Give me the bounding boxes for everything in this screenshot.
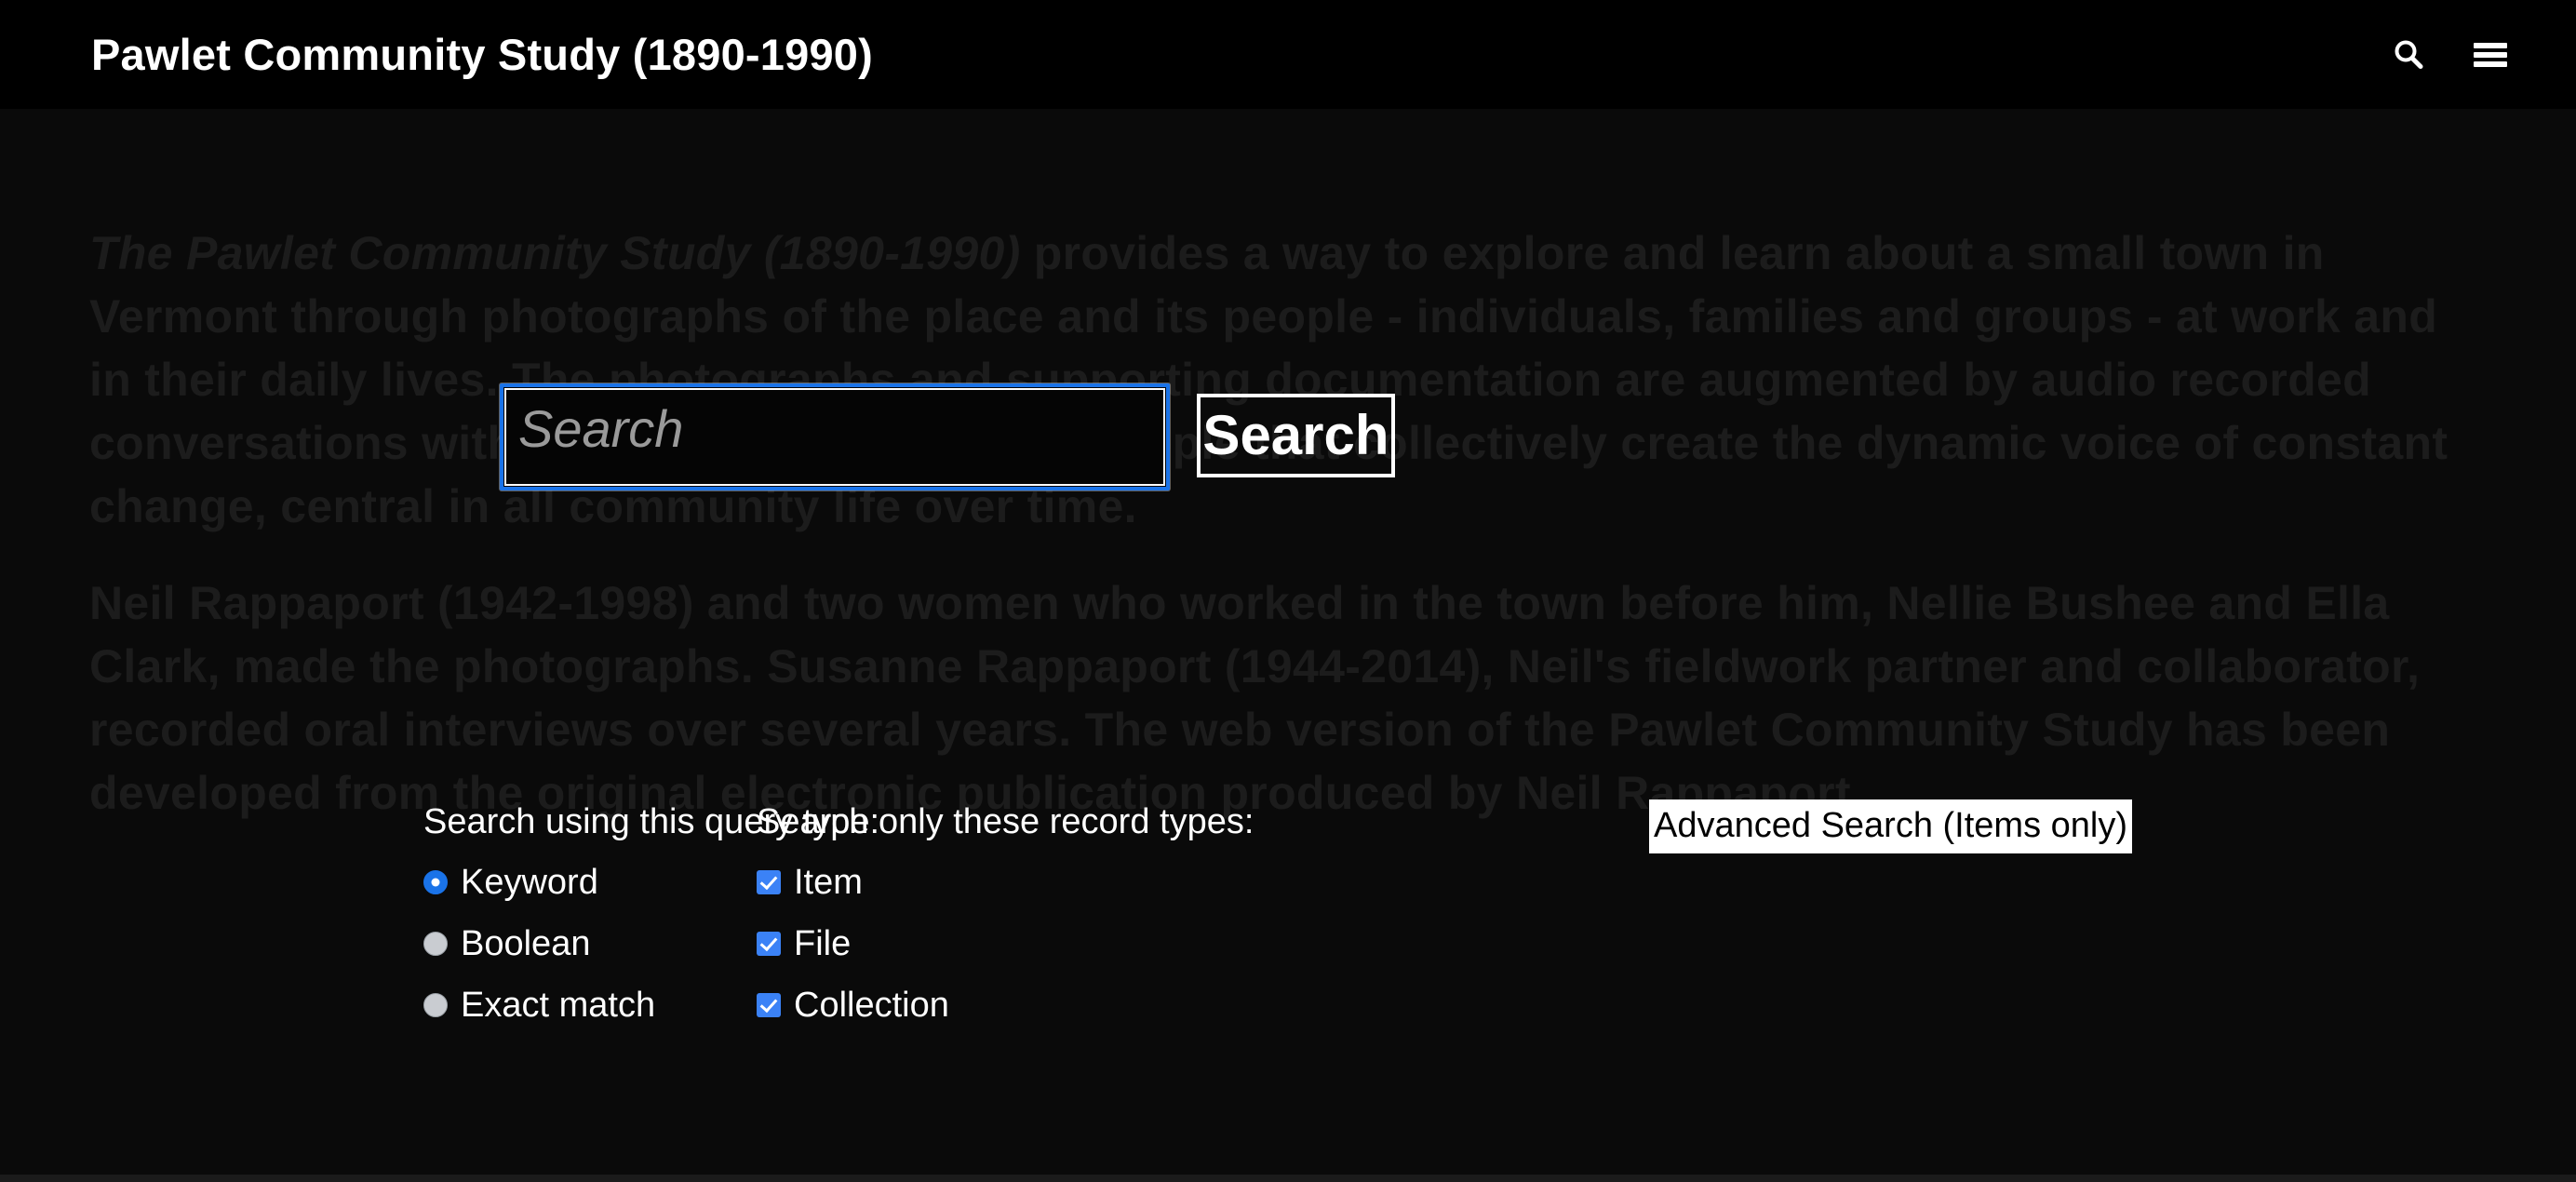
header-menu-button[interactable] xyxy=(2470,34,2511,75)
checkbox-item[interactable] xyxy=(757,870,781,894)
site-header: Pawlet Community Study (1890-1990) xyxy=(0,0,2576,109)
query-type-group: Search using this query type: Keyword Bo… xyxy=(423,799,880,1042)
header-search-button[interactable] xyxy=(2388,34,2429,75)
radio-exact-match[interactable] xyxy=(423,993,448,1017)
query-type-label-boolean[interactable]: Boolean xyxy=(461,926,590,961)
checkbox-collection[interactable] xyxy=(757,993,781,1017)
advanced-search-link[interactable]: Advanced Search (Items only) xyxy=(1649,799,2133,853)
bottom-strip xyxy=(0,1175,2576,1182)
query-type-option-boolean[interactable]: Boolean xyxy=(423,920,757,968)
search-icon xyxy=(2390,36,2427,74)
search-input[interactable] xyxy=(500,383,1170,490)
search-submit-button[interactable]: Search xyxy=(1197,394,1395,477)
intro-emphasis-title: The Pawlet Community Study (1890-1990) xyxy=(89,227,1021,279)
intro-paragraph-2: Neil Rappaport (1942-1998) and two women… xyxy=(89,577,2421,819)
query-type-option-keyword[interactable]: Keyword xyxy=(423,858,757,907)
header-actions xyxy=(2388,34,2539,75)
checkbox-file[interactable] xyxy=(757,932,781,956)
record-type-group: Search only these record types: Item Fil… xyxy=(757,799,1254,1042)
radio-boolean[interactable] xyxy=(423,932,448,956)
record-type-option-item[interactable]: Item xyxy=(757,858,1180,907)
search-options: Search using this query type: Keyword Bo… xyxy=(423,799,1254,1042)
radio-keyword[interactable] xyxy=(423,870,448,894)
record-type-label-collection[interactable]: Collection xyxy=(794,987,949,1023)
query-type-label-keyword[interactable]: Keyword xyxy=(461,865,598,900)
query-type-option-exact-match[interactable]: Exact match xyxy=(423,981,757,1029)
query-type-title: Search using this query type: xyxy=(423,802,880,841)
record-type-label-file[interactable]: File xyxy=(794,926,851,961)
record-type-option-collection[interactable]: Collection xyxy=(757,981,1180,1029)
search-form: Search xyxy=(500,383,1395,490)
record-type-title: Search only these record types: xyxy=(757,802,1254,841)
page-title: Pawlet Community Study (1890-1990) xyxy=(91,30,873,79)
record-type-option-file[interactable]: File xyxy=(757,920,1180,968)
intro-prose: The Pawlet Community Study (1890-1990) p… xyxy=(89,222,2490,858)
intro-paragraph-1: The Pawlet Community Study (1890-1990) p… xyxy=(89,222,2490,538)
query-type-label-exact-match[interactable]: Exact match xyxy=(461,987,655,1023)
record-type-label-item[interactable]: Item xyxy=(794,865,863,900)
hamburger-menu-icon xyxy=(2472,40,2509,70)
